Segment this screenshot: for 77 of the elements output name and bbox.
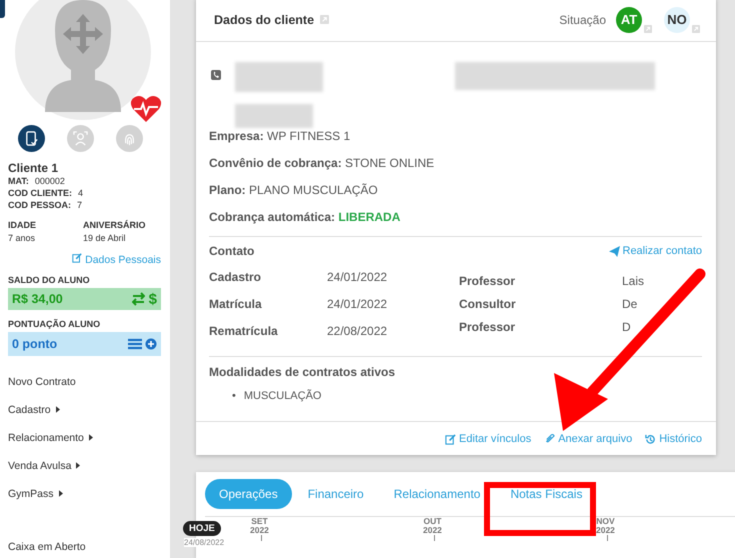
client-field: Cobrança automática: LIBERADA xyxy=(209,209,702,236)
date-label: Cadastro xyxy=(209,270,262,284)
staff-name: D xyxy=(622,320,632,334)
heart-pulse-icon[interactable] xyxy=(130,95,162,123)
month-label: SET 2022 xyxy=(250,517,269,535)
month-label: NOV 2022 xyxy=(596,517,615,535)
fact-label: ANIVERSÁRIO xyxy=(83,219,147,232)
attach-link[interactable]: Anexar arquivo xyxy=(544,433,632,445)
status-label: Situação xyxy=(559,12,606,26)
tab[interactable]: Notas Fiscais xyxy=(496,479,596,509)
fingerprint-icon xyxy=(122,131,137,146)
date-value: 22/08/2022 xyxy=(327,324,388,338)
client-field: Plano: PLANO MUSCULAÇÃO xyxy=(209,182,702,209)
id-value: 4 xyxy=(78,187,84,199)
staff-role: Professor xyxy=(459,274,516,288)
menu-item[interactable]: Cadastro xyxy=(8,402,51,418)
list-plus-icon[interactable] xyxy=(127,338,157,350)
client-field: Empresa: WP FITNESS 1 xyxy=(209,128,702,155)
menu-item[interactable]: Venda Avulsa xyxy=(8,458,72,474)
send-icon xyxy=(608,246,620,256)
section-title: Contato xyxy=(209,244,254,258)
today-badge: HOJE xyxy=(183,521,221,536)
external-link-icon[interactable] xyxy=(692,25,700,33)
edit-icon xyxy=(445,434,456,444)
face-scan-button[interactable] xyxy=(67,125,94,152)
card-title: Dados do cliente xyxy=(214,12,314,26)
currency-symbol[interactable]: $ xyxy=(148,290,157,308)
phone-icon xyxy=(211,70,221,80)
paperclip-icon xyxy=(544,434,556,444)
today-date: 24/08/2022 xyxy=(184,538,224,547)
id-value: 7 xyxy=(77,199,82,211)
balance-value: R$ 34,00 xyxy=(12,292,63,306)
date-label: Rematrícula xyxy=(209,324,279,338)
menu-item[interactable]: GymPass xyxy=(8,486,54,502)
tab[interactable]: Operações xyxy=(205,479,292,509)
date-label: Matrícula xyxy=(209,296,263,310)
menu-item[interactable]: Relacionamento xyxy=(8,430,84,446)
section-title: Modalidades de contratos ativos xyxy=(209,365,396,379)
phone-check-button[interactable] xyxy=(18,125,45,152)
fact-value: 19 de Abril xyxy=(83,232,127,245)
transfer-arrows-icon[interactable] xyxy=(132,292,145,306)
face-scan-icon xyxy=(73,131,88,146)
id-value: 000002 xyxy=(34,175,65,187)
staff-role: Consultor xyxy=(459,296,517,310)
bullet-marker: • xyxy=(232,390,236,402)
client-field: Convênio de cobrança: STONE ONLINE xyxy=(209,155,702,182)
date-value: 24/01/2022 xyxy=(327,296,388,310)
menu-item[interactable]: Novo Contrato xyxy=(8,374,76,390)
tab[interactable]: Relacionamento xyxy=(380,479,494,509)
tab[interactable]: Financeiro xyxy=(294,479,378,509)
staff-name: Lais xyxy=(622,274,646,288)
history-icon xyxy=(645,434,656,444)
id-label: COD CLIENTE: xyxy=(8,187,72,199)
points-value: 0 ponto xyxy=(12,337,58,351)
fact-value: 7 anos xyxy=(8,232,36,245)
month-label: OUT 2022 xyxy=(423,517,442,535)
external-link-icon[interactable] xyxy=(320,15,330,24)
client-name: Cliente 1 xyxy=(8,161,60,175)
modality-item: MUSCULAÇÃO xyxy=(244,390,322,402)
staff-name: De xyxy=(622,296,638,310)
personal-data-link[interactable]: Dados Pessoais xyxy=(8,253,161,266)
id-label: COD PESSOA: xyxy=(8,199,72,211)
date-value: 24/01/2022 xyxy=(327,270,388,284)
contact-link[interactable]: Realizar contato xyxy=(608,245,702,257)
fact-label: IDADE xyxy=(8,219,38,232)
id-label: MAT: xyxy=(8,175,29,187)
history-link[interactable]: Histórico xyxy=(645,433,702,445)
staff-role: Professor xyxy=(459,320,516,334)
status-badge[interactable]: NO xyxy=(664,6,690,32)
external-link-icon[interactable] xyxy=(644,25,652,33)
menu-item[interactable]: Caixa em Aberto xyxy=(8,539,86,555)
edit-link[interactable]: Editar vínculos xyxy=(445,433,532,445)
points-label: PONTUAÇÃO ALUNO xyxy=(8,319,102,330)
status-badge[interactable]: AT xyxy=(616,6,642,32)
edit-icon xyxy=(72,253,82,263)
balance-label: SALDO DO ALUNO xyxy=(8,275,91,286)
phone-check-icon xyxy=(24,131,39,146)
